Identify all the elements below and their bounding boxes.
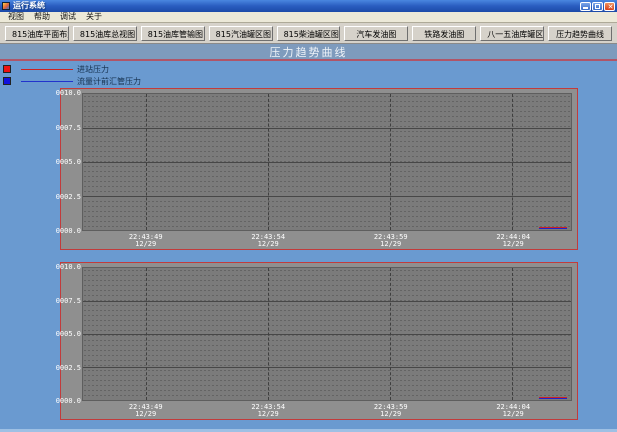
app-icon: [2, 2, 10, 10]
trend-chart-panel-top: 0010.0 0007.5 0005.0 0002.5 0000.0 22:43…: [60, 88, 578, 250]
gridline: [146, 94, 147, 230]
toolbar-button-815-tank-area[interactable]: 八一五油库罐区图: [480, 26, 544, 41]
toolbar-button-pipeline[interactable]: 815油库管输图: [141, 26, 205, 41]
y-tick-label: 0007.5: [56, 124, 81, 132]
y-tick-label: 0007.5: [56, 297, 81, 305]
trend-chart-panel-bottom: 0010.0 0007.5 0005.0 0002.5 0000.0 22:43…: [60, 262, 578, 420]
restore-icon: [595, 4, 600, 9]
legend-item-manifold-pressure: 流量计前汇管压力: [3, 75, 303, 87]
window-title: 运行系统: [13, 0, 580, 12]
x-tick-label: 22:44:0412/29: [496, 404, 530, 418]
plot-area: [82, 93, 572, 231]
y-tick-label: 0002.5: [56, 364, 81, 372]
legend-item-inlet-pressure: 进站压力: [3, 63, 303, 75]
gridline: [268, 268, 269, 400]
gridline: [83, 334, 571, 335]
x-tick-label: 22:43:5412/29: [251, 404, 285, 418]
toolbar-button-depot-plan[interactable]: 815油库平面布置图: [5, 26, 69, 41]
x-axis: 22:43:4912/29 22:43:5412/29 22:43:5912/2…: [82, 404, 572, 419]
trace-manifold-pressure: [539, 398, 567, 399]
legend-label: 流量计前汇管压力: [77, 76, 141, 87]
legend-line-red-icon: [21, 69, 73, 70]
toolbar-button-rail-loading[interactable]: 铁路发油图: [412, 26, 476, 41]
title-bar: 运行系统 ✕: [0, 0, 617, 12]
legend-label: 进站压力: [77, 64, 109, 75]
menu-item-about[interactable]: 关于: [81, 12, 107, 22]
minimize-button[interactable]: [580, 2, 591, 11]
y-tick-label: 0000.0: [56, 397, 81, 405]
gridline: [390, 268, 391, 400]
menu-item-debug[interactable]: 调试: [55, 12, 81, 22]
legend-swatch-red-icon: [3, 65, 11, 73]
y-tick-label: 0000.0: [56, 227, 81, 235]
gridline: [83, 162, 571, 163]
y-axis: 0010.0 0007.5 0005.0 0002.5 0000.0: [61, 267, 82, 401]
x-tick-label: 22:43:5412/29: [251, 234, 285, 248]
y-tick-label: 0010.0: [56, 263, 81, 271]
y-axis: 0010.0 0007.5 0005.0 0002.5 0000.0: [61, 93, 82, 231]
trace-manifold-pressure: [539, 228, 567, 229]
gridline: [512, 94, 513, 230]
x-tick-label: 22:44:0412/29: [496, 234, 530, 248]
close-icon: ✕: [605, 2, 616, 12]
x-tick-label: 22:43:4912/29: [129, 404, 163, 418]
menu-item-view[interactable]: 视图: [3, 12, 29, 22]
page-title: 压力趋势曲线: [270, 44, 348, 60]
gridline: [83, 301, 571, 302]
y-tick-label: 0010.0: [56, 89, 81, 97]
x-tick-label: 22:43:4912/29: [129, 234, 163, 248]
menu-item-help[interactable]: 帮助: [29, 12, 55, 22]
legend-line-blue-icon: [21, 81, 73, 82]
legend-swatch-blue-icon: [3, 77, 11, 85]
toolbar-button-diesel-tanks[interactable]: 815柴油罐区图: [277, 26, 341, 41]
gridline: [83, 367, 571, 368]
gridline: [146, 268, 147, 400]
page-header: 压力趋势曲线: [0, 44, 617, 61]
toolbar-button-truck-loading[interactable]: 汽车发油图: [344, 26, 408, 41]
gridline: [83, 128, 571, 129]
toolbar: 815油库平面布置图 815油库总视图 815油库管输图 815汽油罐区图 81…: [0, 23, 617, 44]
gridline: [390, 94, 391, 230]
y-tick-label: 0005.0: [56, 330, 81, 338]
y-tick-label: 0005.0: [56, 158, 81, 166]
gridline: [512, 268, 513, 400]
legend: 进站压力 流量计前汇管压力: [3, 63, 303, 87]
menu-bar: 视图 帮助 调试 关于: [0, 12, 617, 23]
x-tick-label: 22:43:5912/29: [374, 404, 408, 418]
x-axis: 22:43:4912/29 22:43:5412/29 22:43:5912/2…: [82, 234, 572, 249]
app-window: 运行系统 ✕ 视图 帮助 调试 关于 815油库平面布置图 815油库总视图 8…: [0, 0, 617, 432]
y-tick-label: 0002.5: [56, 193, 81, 201]
x-tick-label: 22:43:5912/29: [374, 234, 408, 248]
close-button[interactable]: ✕: [604, 2, 615, 11]
gridline: [268, 94, 269, 230]
restore-button[interactable]: [592, 2, 603, 11]
toolbar-button-pressure-trend[interactable]: 压力趋势曲线: [548, 26, 612, 41]
toolbar-button-depot-overview[interactable]: 815油库总视图: [73, 26, 137, 41]
plot-area: [82, 267, 572, 401]
toolbar-button-gasoline-tanks[interactable]: 815汽油罐区图: [209, 26, 273, 41]
gridline: [83, 196, 571, 197]
minimize-icon: [583, 7, 588, 9]
